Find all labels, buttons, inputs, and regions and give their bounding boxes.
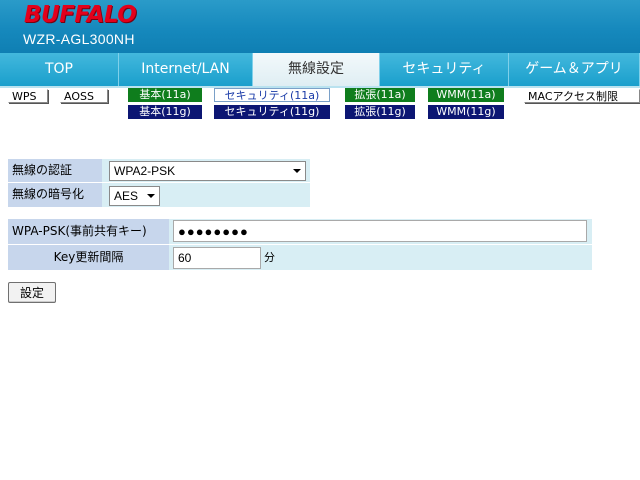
subnav-mac-access[interactable]: MACアクセス制限	[524, 89, 640, 103]
subnav-security-11g[interactable]: セキュリティ(11g)	[214, 105, 330, 119]
subnav-security-11a[interactable]: セキュリティ(11a)	[214, 88, 330, 102]
auth-select-value: WPA2-PSK	[114, 164, 176, 178]
model-name: WZR-AGL300NH	[23, 31, 135, 47]
buffalo-logo: BUFFALO	[24, 2, 137, 28]
subnav-basic-11a[interactable]: 基本(11a)	[128, 88, 202, 102]
subnav-ext-11g[interactable]: 拡張(11g)	[345, 105, 415, 119]
subnav-aoss[interactable]: AOSS	[60, 89, 108, 103]
apply-settings-button[interactable]: 設定	[8, 282, 56, 303]
header-bar: BUFFALO WZR-AGL300NH	[0, 0, 640, 53]
tab-game-apps[interactable]: ゲーム＆アプリ	[509, 53, 640, 86]
subnav-ext-11a[interactable]: 拡張(11a)	[345, 88, 415, 102]
subnav-basic-11g[interactable]: 基本(11g)	[128, 105, 202, 119]
tab-internet-lan[interactable]: Internet/LAN	[119, 53, 253, 86]
psk-label: WPA-PSK(事前共有キー)	[8, 219, 169, 244]
key-interval-input[interactable]	[173, 247, 261, 269]
encryption-label: 無線の暗号化	[8, 183, 102, 207]
key-interval-unit: 分	[264, 251, 275, 264]
subnav-wmm-11g[interactable]: WMM(11g)	[428, 105, 504, 119]
subnav-wmm-11a[interactable]: WMM(11a)	[428, 88, 504, 102]
psk-input[interactable]	[173, 220, 587, 242]
sub-navigation: WPS AOSS 基本(11a) 基本(11g) セキュリティ(11a) セキュ…	[0, 88, 640, 122]
tab-top[interactable]: TOP	[0, 53, 119, 86]
subnav-wps[interactable]: WPS	[8, 89, 48, 103]
key-interval-label: Key更新間隔	[8, 245, 169, 270]
tab-wireless-settings[interactable]: 無線設定	[253, 53, 380, 86]
encryption-select[interactable]: AES	[109, 186, 160, 206]
chevron-down-icon	[147, 194, 155, 198]
chevron-down-icon	[293, 169, 301, 173]
main-tabs: TOP Internet/LAN 無線設定 セキュリティ ゲーム＆アプリ	[0, 53, 640, 86]
auth-label: 無線の認証	[8, 159, 102, 182]
encryption-select-value: AES	[114, 189, 139, 203]
auth-select[interactable]: WPA2-PSK	[109, 161, 306, 181]
tab-security[interactable]: セキュリティ	[380, 53, 509, 86]
